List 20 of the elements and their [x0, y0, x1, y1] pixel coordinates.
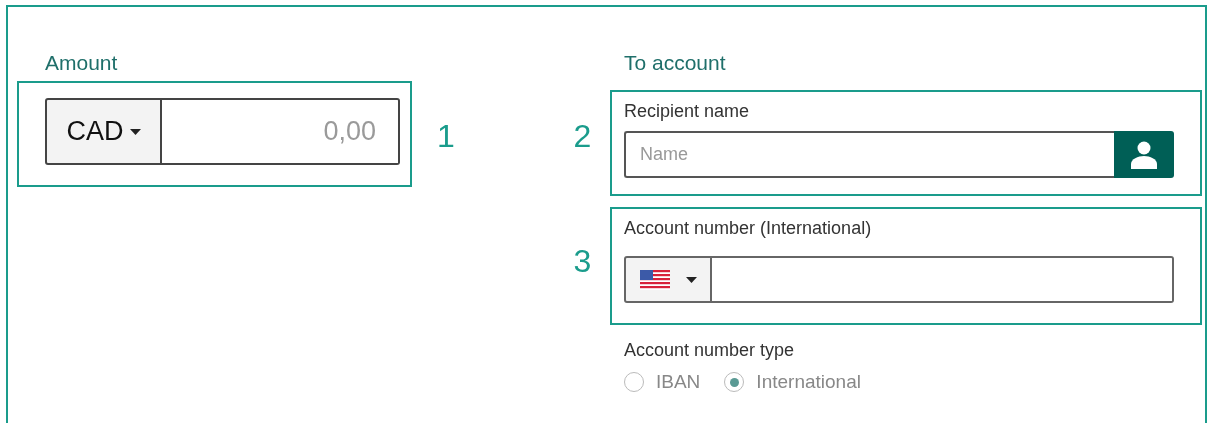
section-label: Amount	[45, 50, 119, 76]
recipient-name-field[interactable]: Name	[624, 131, 1114, 178]
currency-dropdown[interactable]: CAD	[45, 98, 162, 165]
radio-option[interactable]: IBAN	[624, 371, 701, 393]
flag-icon	[639, 269, 670, 290]
annotation-number: 2	[573, 118, 592, 154]
radio-option[interactable]: International	[724, 371, 861, 393]
field-label: Recipient name	[624, 100, 751, 122]
contacts-button[interactable]	[1114, 131, 1174, 178]
account-number-field[interactable]	[712, 256, 1174, 303]
person-icon	[1131, 140, 1157, 169]
annotation-number: 1	[437, 117, 455, 154]
field-label: Account number type	[624, 339, 796, 361]
caret-icon	[685, 276, 697, 283]
caret-icon	[129, 128, 141, 135]
amount-field[interactable]: 0,00	[162, 98, 400, 165]
section-label: To account	[624, 50, 727, 76]
country-dropdown[interactable]	[624, 256, 712, 303]
annotation-number: 3	[573, 242, 592, 279]
field-label: Account number (International)	[624, 217, 873, 239]
